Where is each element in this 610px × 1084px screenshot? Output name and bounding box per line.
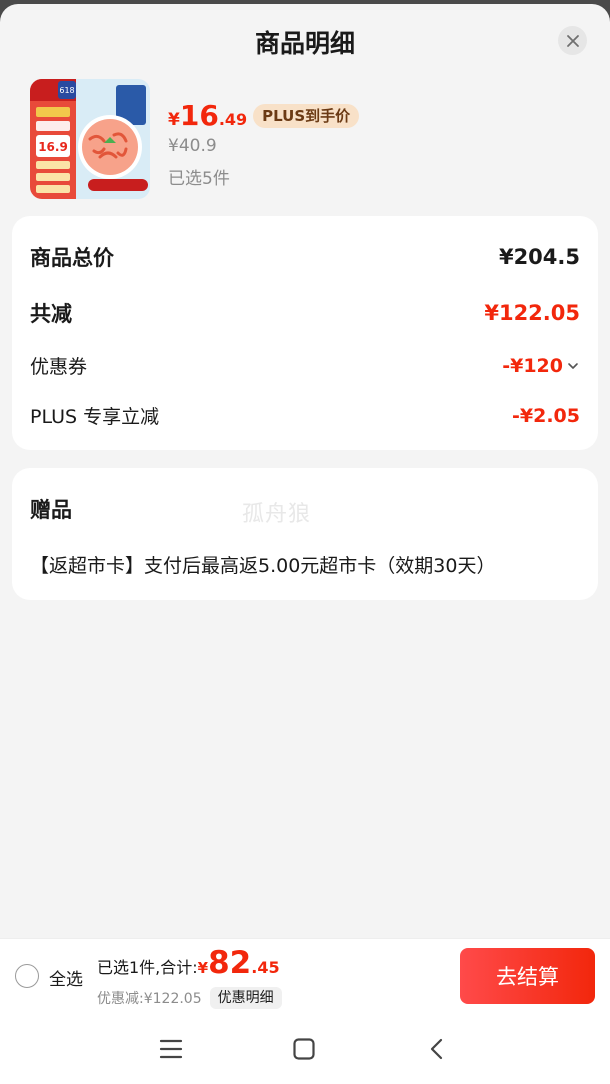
- price-symbol: ¥: [168, 110, 180, 130]
- thumb-badge: 618: [59, 86, 74, 95]
- gift-card: 赠品 孤舟狼 【返超市卡】支付后最高返5.00元超市卡（效期30天）: [12, 468, 598, 600]
- plus-discount-value: -¥2.05: [512, 404, 580, 427]
- coupon-value-group[interactable]: -¥120: [502, 355, 580, 377]
- checkout-button[interactable]: 去结算: [460, 948, 595, 1004]
- coupon-value: -¥120: [502, 354, 563, 377]
- close-icon: [566, 34, 579, 47]
- coupon-row[interactable]: 优惠券 -¥120: [30, 352, 580, 379]
- plus-discount-label: PLUS 专享立减: [30, 406, 160, 428]
- product-detail-sheet: 商品明细 618 16.9 ¥ 16 .49 PLUS到手价 ¥40.9 已选5…: [0, 4, 610, 1084]
- total-integer: 82: [208, 945, 252, 981]
- price-decimal: .49: [218, 110, 248, 129]
- sheet-title: 商品明细: [254, 29, 355, 58]
- total-reduction-value: ¥122.05: [484, 301, 580, 325]
- select-all-label[interactable]: 全选: [49, 965, 83, 990]
- total-reduction-row: 共减 ¥122.05: [30, 298, 580, 328]
- plus-price-tag: PLUS到手价: [253, 104, 360, 128]
- discount-line: 优惠减:¥122.05 优惠明细: [97, 987, 282, 1009]
- plus-discount-row: PLUS 专享立减 -¥2.05: [30, 402, 580, 429]
- price-integer: 16: [179, 99, 219, 132]
- price-summary-card: 商品总价 ¥204.5 共减 ¥122.05 优惠券 -¥120 PLUS 专享…: [12, 216, 598, 450]
- selected-count: 已选5件: [168, 169, 230, 189]
- total-symbol: ¥: [197, 959, 209, 977]
- gift-title: 赠品: [30, 498, 72, 522]
- total-decimal: .45: [251, 958, 280, 977]
- checkout-bar: 全选 已选1件,合计: ¥ 82 .45 优惠减:¥122.05 优惠明细 去结…: [0, 938, 610, 1014]
- sheet-header: 商品明细: [0, 4, 610, 76]
- back-icon: [430, 1038, 443, 1060]
- close-button[interactable]: [558, 26, 587, 55]
- coupon-label: 优惠券: [30, 356, 88, 378]
- product-thumbnail[interactable]: 618 16.9: [30, 79, 150, 199]
- discount-detail-button[interactable]: 优惠明细: [209, 987, 282, 1009]
- original-price: ¥40.9: [168, 136, 217, 156]
- total-price-row: 商品总价 ¥204.5: [30, 242, 580, 272]
- back-button[interactable]: [424, 1036, 450, 1062]
- shrimp-product-image: 618 16.9: [30, 79, 150, 199]
- total-price-label: 商品总价: [30, 246, 114, 270]
- system-nav-bar: [0, 1014, 610, 1084]
- watermark: 孤舟狼: [242, 502, 312, 527]
- discount-text: 优惠减:¥122.05: [97, 991, 202, 1007]
- menu-button[interactable]: [158, 1036, 184, 1062]
- menu-icon: [159, 1039, 183, 1059]
- home-button[interactable]: [291, 1036, 317, 1062]
- thumb-price: 16.9: [38, 140, 68, 154]
- total-reduction-label: 共减: [30, 302, 72, 326]
- product-item: 618 16.9 ¥ 16 .49 PLUS到手价 ¥40.9 已选5件: [30, 79, 590, 204]
- select-all-radio[interactable]: [15, 964, 39, 988]
- chevron-down-icon: [568, 362, 578, 369]
- home-icon: [293, 1038, 315, 1060]
- gift-description: 【返超市卡】支付后最高返5.00元超市卡（效期30天）: [30, 555, 496, 577]
- total-prefix: 已选1件,合计:: [97, 958, 198, 977]
- total-price-value: ¥204.5: [498, 245, 580, 269]
- product-price: ¥ 16 .49 PLUS到手价: [168, 99, 360, 135]
- total-line: 已选1件,合计: ¥ 82 .45: [97, 945, 280, 981]
